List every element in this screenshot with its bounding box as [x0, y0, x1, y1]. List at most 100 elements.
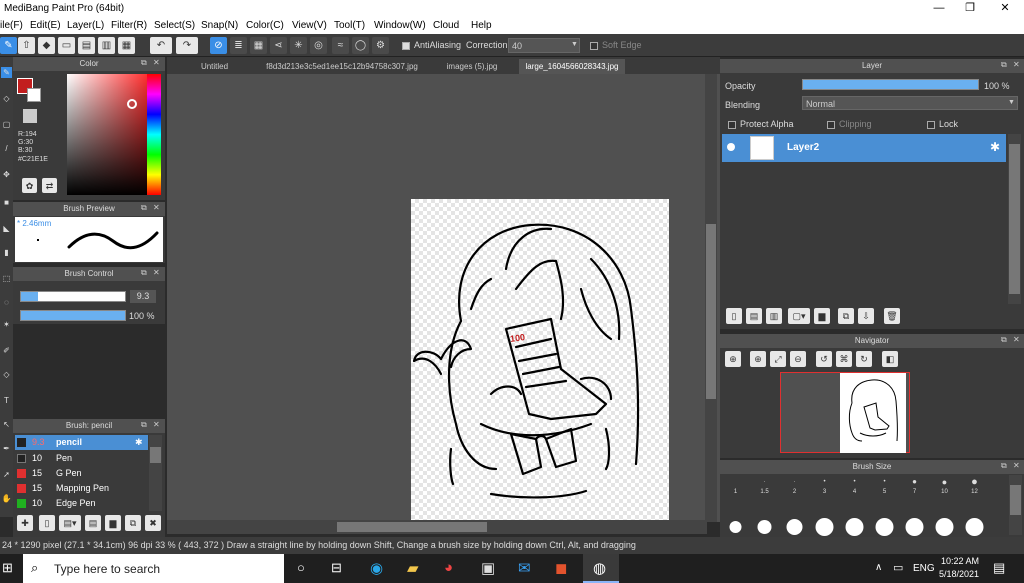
navigator-viewport[interactable]: [780, 372, 910, 453]
snap-parallel-icon[interactable]: ≣: [230, 37, 247, 54]
select-eraser-icon[interactable]: ◇: [1, 369, 12, 380]
rotate-right-icon[interactable]: ↻: [856, 351, 872, 367]
brush-size-scroll-thumb[interactable]: [1010, 485, 1021, 515]
dropper-tool-icon[interactable]: ✒: [1, 443, 12, 454]
share-icon[interactable]: ⇧: [18, 37, 35, 54]
menu-file[interactable]: ile(F): [0, 20, 23, 31]
panel-float-icon[interactable]: ⧉: [1001, 60, 1007, 70]
delete-layer-icon[interactable]: 🗑: [884, 308, 900, 324]
brush-size-dot[interactable]: [841, 514, 868, 536]
brush-page-icon[interactable]: ▤: [85, 515, 101, 531]
network-icon[interactable]: ▭: [893, 561, 903, 574]
panel-float-icon[interactable]: ⧉: [141, 203, 147, 213]
panel-float-icon[interactable]: ⧉: [1001, 335, 1007, 345]
brush-opacity-slider[interactable]: [20, 310, 126, 321]
brush-size-dot[interactable]: [722, 514, 749, 536]
canvas-vertical-scrollbar[interactable]: [705, 74, 717, 522]
reset-view-icon[interactable]: ⌘: [836, 351, 852, 367]
brush-size-value[interactable]: 9.3: [130, 290, 156, 303]
close-icon[interactable]: ✕: [990, 0, 1020, 17]
operation-tool-icon[interactable]: ↖: [1, 419, 12, 430]
flip-horizontal-icon[interactable]: ◧: [882, 351, 898, 367]
select-pen-icon[interactable]: ✐: [1, 345, 12, 356]
notification-icon[interactable]: ▤: [993, 560, 1005, 576]
panel-float-icon[interactable]: ⧉: [141, 268, 147, 278]
redo-icon[interactable]: ↷: [176, 37, 198, 54]
correction-select[interactable]: 40 ▼: [508, 38, 580, 53]
brush-size-dot[interactable]: [811, 514, 838, 536]
taskbar-search-box[interactable]: ⌕ Type here to search: [23, 554, 284, 583]
clock-time[interactable]: 10:22 AM: [941, 556, 979, 566]
store-icon[interactable]: ▣: [481, 559, 495, 577]
office-icon[interactable]: ◼: [555, 559, 567, 577]
brush-size-dot[interactable]: [751, 514, 778, 536]
message-icon[interactable]: ▭: [58, 37, 75, 54]
magic-wand-icon[interactable]: ✶: [1, 319, 12, 330]
brush-size-dot[interactable]: [901, 514, 928, 536]
menu-tool[interactable]: Tool(T): [334, 20, 365, 31]
snap-cross-icon[interactable]: ▦: [250, 37, 267, 54]
merge-layer-icon[interactable]: ⇩: [858, 308, 874, 324]
new-layer-icon[interactable]: ▯: [726, 308, 742, 324]
menu-color[interactable]: Color(C): [246, 20, 284, 31]
brush-size-10[interactable]: ● 10: [931, 475, 958, 501]
lasso-tool-icon[interactable]: ◌: [1, 297, 12, 308]
snap-settings-icon[interactable]: ⚙: [372, 37, 389, 54]
brush-item-pen[interactable]: 10 Pen: [15, 451, 148, 466]
bucket-tool-icon[interactable]: ◣: [1, 223, 12, 234]
brush-item-g-pen[interactable]: 15 G Pen: [15, 466, 148, 481]
panel-float-icon[interactable]: ⧉: [141, 58, 147, 68]
gradient-tool-icon[interactable]: ▮: [1, 247, 12, 258]
zoom-out-icon[interactable]: ⊖: [790, 351, 806, 367]
pen-tool-icon[interactable]: ✎: [1, 67, 12, 78]
text-tool-icon[interactable]: T: [1, 395, 12, 406]
brush-size-1[interactable]: 1: [722, 475, 749, 501]
color-palette-icon[interactable]: ✿: [22, 178, 37, 193]
brush-tool-icon[interactable]: ✎: [0, 37, 17, 54]
tab-f8d3-jpg[interactable]: f8d3d213e3c5ed1ee15c12b94758c307.jpg: [257, 59, 427, 74]
layer-scrollbar[interactable]: [1008, 134, 1021, 304]
panel-close-icon[interactable]: ✕: [1013, 60, 1020, 69]
brush-size-dot[interactable]: [781, 514, 808, 536]
brush-item-pencil[interactable]: 9.3 pencil ✱: [15, 435, 148, 450]
menu-window[interactable]: Window(W): [374, 20, 426, 31]
zoom-in-icon[interactable]: ⊕: [725, 351, 741, 367]
menu-cloud[interactable]: Cloud: [433, 20, 459, 31]
panel-close-icon[interactable]: ✕: [153, 420, 160, 429]
menu-view[interactable]: View(V): [292, 20, 327, 31]
rotate-left-icon[interactable]: ↺: [816, 351, 832, 367]
brush-item-edge-pen[interactable]: 10 Edge Pen: [15, 496, 148, 511]
brush-item-mapping-pen[interactable]: 15 Mapping Pen: [15, 481, 148, 496]
menu-help[interactable]: Help: [471, 20, 492, 31]
tab-large-jpg[interactable]: large_1604566028343.jpg: [519, 59, 625, 74]
menu-select[interactable]: Select(S): [154, 20, 195, 31]
snap-circle-icon[interactable]: ◎: [310, 37, 327, 54]
select-tool-icon[interactable]: ⬚: [1, 273, 12, 284]
menu-layer[interactable]: Layer(L): [67, 20, 104, 31]
new-halftone-layer-icon[interactable]: ▤: [746, 308, 762, 324]
grid-icon[interactable]: ▦: [118, 37, 135, 54]
tray-chevron-icon[interactable]: ∧: [875, 562, 882, 573]
duplicate-layer-icon[interactable]: ⧉: [838, 308, 854, 324]
windows-start-icon[interactable]: ⊞: [2, 561, 16, 575]
menu-edit[interactable]: Edit(E): [30, 20, 61, 31]
hue-slider[interactable]: [147, 74, 161, 195]
dot-tool-icon[interactable]: ▢: [1, 119, 12, 130]
minimize-icon[interactable]: —: [924, 0, 954, 17]
saturation-value-picker[interactable]: [67, 74, 147, 195]
layer-visibility-icon[interactable]: [727, 143, 735, 151]
brush-size-3[interactable]: • 3: [811, 475, 838, 501]
brush-size-1-5[interactable]: · 1.5: [751, 475, 778, 501]
snap-curve-icon[interactable]: ≈: [332, 37, 349, 54]
panel-close-icon[interactable]: ✕: [1013, 461, 1020, 470]
new-8bit-layer-icon[interactable]: ▥: [766, 308, 782, 324]
fit-window-icon[interactable]: ⤢: [770, 351, 786, 367]
cortana-icon[interactable]: ○: [297, 560, 305, 575]
task-view-icon[interactable]: ⊟: [331, 560, 342, 576]
brush-size-dot[interactable]: [931, 514, 958, 536]
menu-filter[interactable]: Filter(R): [111, 20, 147, 31]
layer-settings-icon[interactable]: ✱: [990, 140, 1000, 154]
pencil-tool-icon[interactable]: /: [1, 143, 12, 154]
background-color-swatch[interactable]: [27, 88, 41, 102]
restore-icon[interactable]: ❐: [955, 0, 985, 17]
